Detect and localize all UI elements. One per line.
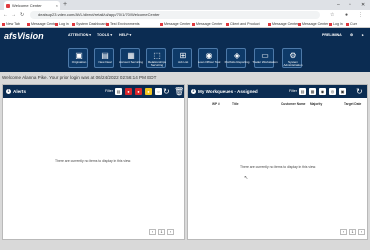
app-tile-new-deal[interactable]: ▤ New Deal [94, 48, 114, 68]
page-number[interactable]: 1 [158, 229, 165, 235]
prev-page-button[interactable]: ‹ [340, 229, 347, 235]
bookmark-item[interactable]: Message Center [298, 20, 328, 28]
url-input[interactable]: dealsup23.vdev.com/AVL/direct/retail/ui/… [30, 11, 320, 19]
menu-help[interactable]: HELP ▾ [119, 33, 131, 37]
next-page-button[interactable]: › [167, 229, 174, 235]
refresh-icon[interactable]: ↻ [163, 87, 170, 96]
settings-icon[interactable]: ⚙ [350, 33, 353, 37]
filter-all-button[interactable]: ▤ [299, 88, 306, 95]
filter-label: Filter [289, 89, 297, 93]
bookmark-item[interactable]: Message Center [160, 20, 190, 28]
minimize-icon[interactable]: – [337, 0, 340, 10]
forward-icon[interactable]: → [11, 10, 16, 20]
tile-label: Relationships Servicing [147, 60, 166, 68]
alerts-panel-title: Alerts [13, 89, 27, 94]
profile-icon[interactable]: ● [345, 10, 348, 20]
bookmark-item[interactable]: Log in [329, 20, 343, 28]
filter-label: Filter [105, 89, 113, 93]
close-tab-icon[interactable]: × [56, 1, 58, 10]
mouse-cursor-icon: ↖ [244, 175, 249, 181]
filter-unassigned-button[interactable]: ◎ [329, 88, 336, 95]
app-tile-portfolio-reporting[interactable]: ◈ Portfolio Reporting [225, 48, 249, 68]
page-number[interactable]: 1 [349, 229, 356, 235]
tile-label: New Deal [98, 60, 112, 64]
column-header-majority[interactable]: Majority [310, 102, 322, 106]
panel-number-badge: 1 [6, 89, 11, 94]
tile-label: Loan Officer Tool [197, 60, 221, 64]
tile-label: Job List [177, 60, 189, 64]
app-tile-job-list[interactable]: ⊞ Job List [172, 48, 192, 68]
star-icon[interactable]: ☆ [330, 10, 334, 20]
filter-medium-button[interactable]: ● [145, 88, 152, 95]
column-header-title[interactable]: Title [232, 102, 239, 106]
column-header-target-date[interactable]: Target Date [344, 102, 361, 106]
reload-icon[interactable]: ↻ [20, 10, 24, 20]
app-tile-system-administration[interactable]: ⚙ System Administration [282, 48, 303, 68]
bookmark-item[interactable]: Log in [55, 20, 69, 28]
alerts-empty-message: There are currently no items to display … [55, 159, 131, 163]
bookmark-item[interactable]: Message Center [268, 20, 298, 28]
tile-label: Account Servicing [118, 60, 143, 64]
alerts-panel: 1 Alerts Filter ▤ ● ● ● ○ ↻ 🗑 There are … [2, 84, 185, 240]
workqueues-panel-header: 2 My Workqueues - Assigned Filter ▤ ▦ ◉ … [188, 85, 367, 98]
filter-low-button[interactable]: ○ [155, 88, 162, 95]
next-page-button[interactable]: › [358, 229, 365, 235]
alerts-panel-header: 1 Alerts Filter ▤ ● ● ● ○ ↻ 🗑 [3, 85, 184, 98]
column-header-wp[interactable]: WP # [212, 102, 220, 106]
welcome-message: Welcome Alanna Pike. Your prior login wa… [2, 75, 157, 80]
app-tile-relationships-servicing[interactable]: ⬚ Relationships Servicing [146, 48, 166, 68]
tile-label: Portfolio Reporting [224, 60, 250, 64]
filter-due-button[interactable]: ▣ [339, 88, 346, 95]
tile-label: Origination [71, 60, 87, 64]
prev-page-button[interactable]: ‹ [149, 229, 156, 235]
menu-tools[interactable]: TOOLS ▾ [97, 33, 112, 37]
panel-number-badge: 2 [191, 89, 196, 94]
tile-label: Trader Workstation [252, 60, 278, 64]
browser-menu-icon[interactable]: ⋮ [358, 10, 363, 20]
refresh-icon[interactable]: ↻ [356, 87, 363, 96]
new-tab-button[interactable]: + [63, 0, 67, 10]
workqueues-empty-message: There are currently no items to display … [240, 165, 316, 169]
bookmarks-bar: New Tab Message Center Log in System Das… [0, 20, 370, 28]
browser-tab[interactable]: Welcome Center × [4, 1, 60, 10]
app-tile-loan-officer-tool[interactable]: ◉ Loan Officer Tool [198, 48, 220, 68]
logout-icon[interactable]: ▸ [362, 33, 364, 37]
filter-queue-button[interactable]: ▦ [309, 88, 316, 95]
workqueues-panel-title: My Workqueues - Assigned [198, 89, 258, 94]
app-logo: afsVision [4, 31, 44, 41]
bookmark-item[interactable]: Test Environments [106, 20, 140, 28]
app-tile-trader-workstation[interactable]: ▭ Trader Workstation [252, 48, 278, 68]
maximize-icon[interactable]: ▫ [349, 0, 351, 10]
tab-favicon-icon [6, 4, 10, 8]
menu-attention[interactable]: ATTENTION ▾ [68, 33, 91, 37]
bookmark-item[interactable]: Message Center [192, 20, 222, 28]
bookmark-item[interactable]: Client and Product [226, 20, 260, 28]
workqueues-panel: 2 My Workqueues - Assigned Filter ▤ ▦ ◉ … [187, 84, 368, 240]
filter-assigned-button[interactable]: ◉ [319, 88, 326, 95]
filter-critical-button[interactable]: ● [125, 88, 132, 95]
back-icon[interactable]: ← [3, 10, 8, 20]
bookmark-item[interactable]: System Dashboard [72, 20, 107, 28]
bookmark-item[interactable]: Curr [346, 20, 357, 28]
bookmark-item[interactable]: New Tab [2, 20, 20, 28]
app-tile-origination[interactable]: ▣ Origination [68, 48, 88, 68]
column-header-customer-name[interactable]: Customer Name [281, 102, 305, 106]
app-tile-account-servicing[interactable]: ▦ Account Servicing [119, 48, 143, 68]
close-window-icon[interactable]: ✕ [361, 0, 365, 10]
tab-title: Welcome Center [12, 3, 42, 8]
filter-all-button[interactable]: ▤ [115, 88, 122, 95]
filter-high-button[interactable]: ● [135, 88, 142, 95]
tile-label: System Administration [283, 60, 303, 68]
delete-icon[interactable]: 🗑 [174, 87, 184, 96]
bookmark-item[interactable]: Message Center [27, 20, 57, 28]
environment-label: PRELIMINA [322, 33, 342, 37]
url-text: dealsup23.vdev.com/AVL/direct/retail/ui/… [38, 12, 160, 17]
